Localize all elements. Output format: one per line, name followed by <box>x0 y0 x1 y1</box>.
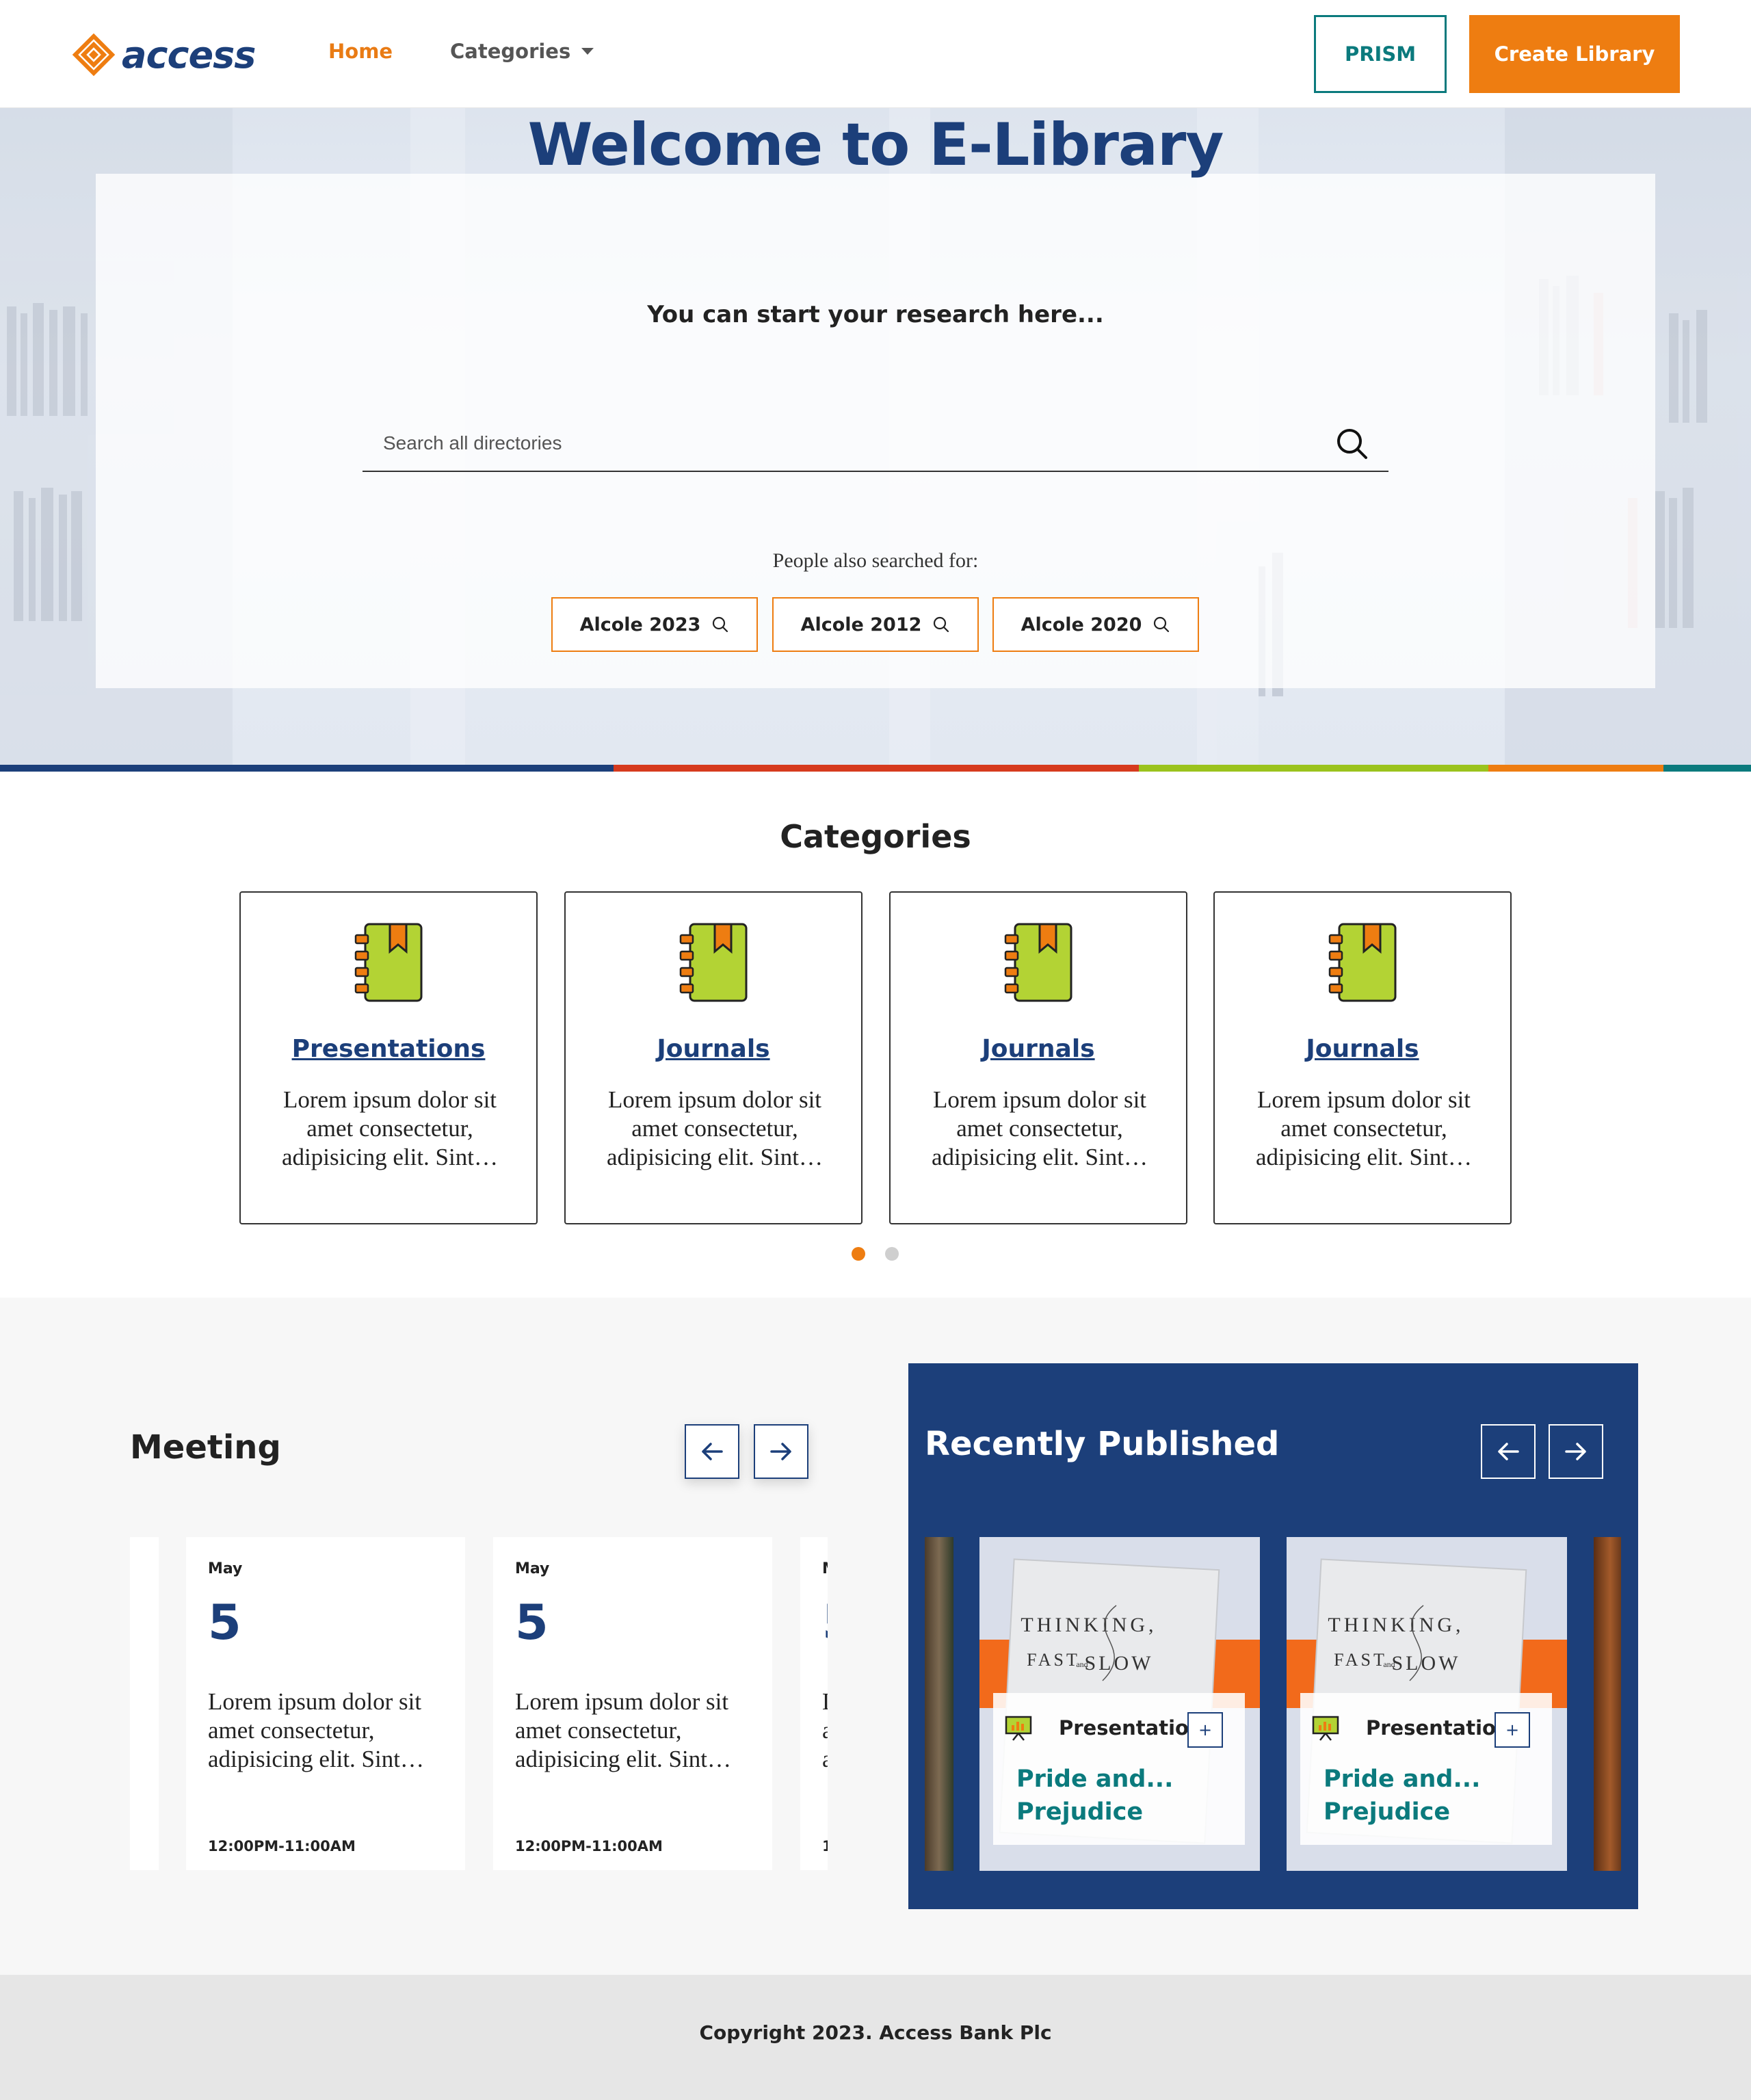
meeting-description: Lorem ipsum dolor sit amet consectetur, … <box>515 1688 731 1772</box>
category-card[interactable]: Journals Lorem ipsum dolor sit amet cons… <box>1213 891 1512 1224</box>
stripe-segment <box>0 765 614 772</box>
meeting-month: May <box>208 1560 243 1577</box>
published-carousel: THINKING, FAST and SLOW Presentation + P… <box>925 1537 1621 1872</box>
nav-home-link[interactable]: Home <box>328 40 393 63</box>
published-card[interactable]: THINKING, FAST and SLOW Presentation + P… <box>1287 1537 1567 1871</box>
category-card[interactable]: Presentations Lorem ipsum dolor sit amet… <box>239 891 538 1224</box>
category-description: Lorem ipsum dolor sit amet consectetur, … <box>932 1086 1148 1170</box>
book-title-line1: THINKING, <box>1328 1614 1464 1636</box>
arrow-right-icon <box>1565 1443 1586 1460</box>
category-description: Lorem ipsum dolor sit amet consectetur, … <box>607 1086 823 1170</box>
published-type-label: Presentation <box>1059 1716 1203 1740</box>
nav-categories-label: Categories <box>450 40 571 63</box>
presentation-chart-icon <box>1312 1716 1339 1741</box>
search-icon[interactable] <box>1335 427 1369 461</box>
hero-subtitle: You can start your research here... <box>647 301 1104 328</box>
category-title-link[interactable]: Journals <box>1215 1035 1510 1063</box>
meeting-time: 12:00PM-11:00AM <box>515 1838 663 1854</box>
category-description: Lorem ipsum dolor sit amet consectetur, … <box>1256 1086 1472 1170</box>
meeting-time: 12:00PM-11:00AM <box>822 1838 828 1854</box>
suggestion-chip-label: Alcole 2023 <box>579 614 701 635</box>
search-small-icon <box>934 616 949 633</box>
meeting-month: May <box>515 1560 550 1577</box>
stripe-segment <box>1488 765 1663 772</box>
access-logo[interactable]: access <box>71 30 263 79</box>
top-navbar: access Home Categories PRISM Create Libr… <box>0 0 1751 108</box>
book-title-line2: FAST <box>1334 1650 1387 1670</box>
meeting-time: 12:00PM-11:00AM <box>208 1838 356 1854</box>
stripe-segment <box>1663 765 1751 772</box>
footer: Copyright 2023. Access Bank Plc <box>0 1975 1751 2100</box>
search-bar <box>363 416 1388 472</box>
meeting-card[interactable]: May 5 Lorem ipsum dolor sit amet consect… <box>493 1537 772 1870</box>
logo-wordmark: access <box>122 33 256 77</box>
meeting-next-button[interactable] <box>754 1424 808 1479</box>
meeting-description: Lorem ipsum dolor sit amet consectetur, … <box>208 1688 424 1772</box>
published-card-peek[interactable] <box>925 1537 953 1871</box>
book-title-line3: SLOW <box>1085 1652 1154 1675</box>
category-description: Lorem ipsum dolor sit amet consectetur, … <box>282 1086 498 1170</box>
access-logo-icon <box>72 33 116 77</box>
also-searched-label: People also searched for: <box>772 549 979 572</box>
published-title-link[interactable]: Pride and... Prejudice <box>1324 1763 1529 1828</box>
recently-published-panel: Recently Published THINKING, FAST and SL… <box>908 1363 1638 1909</box>
prism-button[interactable]: PRISM <box>1314 15 1447 93</box>
category-card[interactable]: Journals Lorem ipsum dolor sit amet cons… <box>564 891 863 1224</box>
meeting-description: Lorem ipsum dolor sit amet consectetur, … <box>822 1688 828 1772</box>
presentation-chart-icon <box>1005 1716 1032 1741</box>
meeting-month: May <box>822 1560 828 1577</box>
category-title-link[interactable]: Presentations <box>241 1035 536 1063</box>
category-title-link[interactable]: Journals <box>891 1035 1186 1063</box>
stripe-segment <box>614 765 1139 772</box>
notebook-icon <box>354 923 423 1002</box>
add-to-library-button[interactable]: + <box>1495 1712 1530 1748</box>
chevron-down-icon <box>581 48 594 55</box>
recently-published-heading: Recently Published <box>925 1425 1280 1463</box>
suggestion-chip-label: Alcole 2012 <box>800 614 922 635</box>
published-next-button[interactable] <box>1549 1424 1603 1479</box>
meeting-day: 5 <box>515 1594 549 1651</box>
suggestion-chip[interactable]: Alcole 2023 <box>551 597 758 652</box>
add-to-library-button[interactable]: + <box>1187 1712 1223 1748</box>
stripe-segment <box>1139 765 1488 772</box>
suggestion-chip[interactable]: Alcole 2012 <box>772 597 979 652</box>
meeting-day: 5 <box>822 1594 828 1651</box>
arrow-left-icon <box>702 1443 723 1460</box>
search-small-icon <box>1154 616 1170 633</box>
book-title-line1: THINKING, <box>1021 1614 1157 1636</box>
copyright-text: Copyright 2023. Access Bank Plc <box>699 2021 1052 2044</box>
arrow-left-icon <box>1498 1443 1519 1460</box>
suggestion-chip-label: Alcole 2020 <box>1021 614 1142 635</box>
meeting-card[interactable] <box>130 1537 159 1870</box>
notebook-icon <box>1328 923 1397 1002</box>
categories-heading: Categories <box>780 818 971 855</box>
published-title-link[interactable]: Pride and... Prejudice <box>1016 1763 1222 1828</box>
published-card-peek[interactable] <box>1594 1537 1621 1871</box>
search-input[interactable] <box>383 428 1327 458</box>
meeting-prev-button[interactable] <box>685 1424 739 1479</box>
notebook-icon <box>1004 923 1072 1002</box>
notebook-icon <box>679 923 748 1002</box>
meeting-heading: Meeting <box>130 1428 281 1467</box>
suggestion-chip[interactable]: Alcole 2020 <box>992 597 1199 652</box>
book-title-line3: SLOW <box>1392 1652 1461 1675</box>
published-card[interactable]: THINKING, FAST and SLOW Presentation + P… <box>979 1537 1260 1871</box>
carousel-dot-active[interactable] <box>852 1247 865 1261</box>
carousel-dot[interactable] <box>885 1247 899 1261</box>
category-title-link[interactable]: Journals <box>566 1035 861 1063</box>
published-prev-button[interactable] <box>1481 1424 1536 1479</box>
meeting-day: 5 <box>208 1594 241 1651</box>
meeting-carousel: May 5 Lorem ipsum dolor sit amet consect… <box>130 1537 828 1872</box>
search-small-icon <box>713 616 728 633</box>
brand-color-stripe <box>0 765 1751 772</box>
hero-title: Welcome to E-Library <box>527 111 1224 179</box>
meeting-card[interactable]: May 5 Lorem ipsum dolor sit amet consect… <box>186 1537 465 1870</box>
book-title-line2: FAST <box>1027 1650 1080 1670</box>
published-type-label: Presentation <box>1366 1716 1510 1740</box>
meeting-card[interactable]: May 5 Lorem ipsum dolor sit amet consect… <box>800 1537 828 1870</box>
create-library-button[interactable]: Create Library <box>1469 15 1680 93</box>
nav-categories-dropdown[interactable]: Categories <box>450 40 594 63</box>
arrow-right-icon <box>770 1443 791 1460</box>
category-card[interactable]: Journals Lorem ipsum dolor sit amet cons… <box>889 891 1187 1224</box>
